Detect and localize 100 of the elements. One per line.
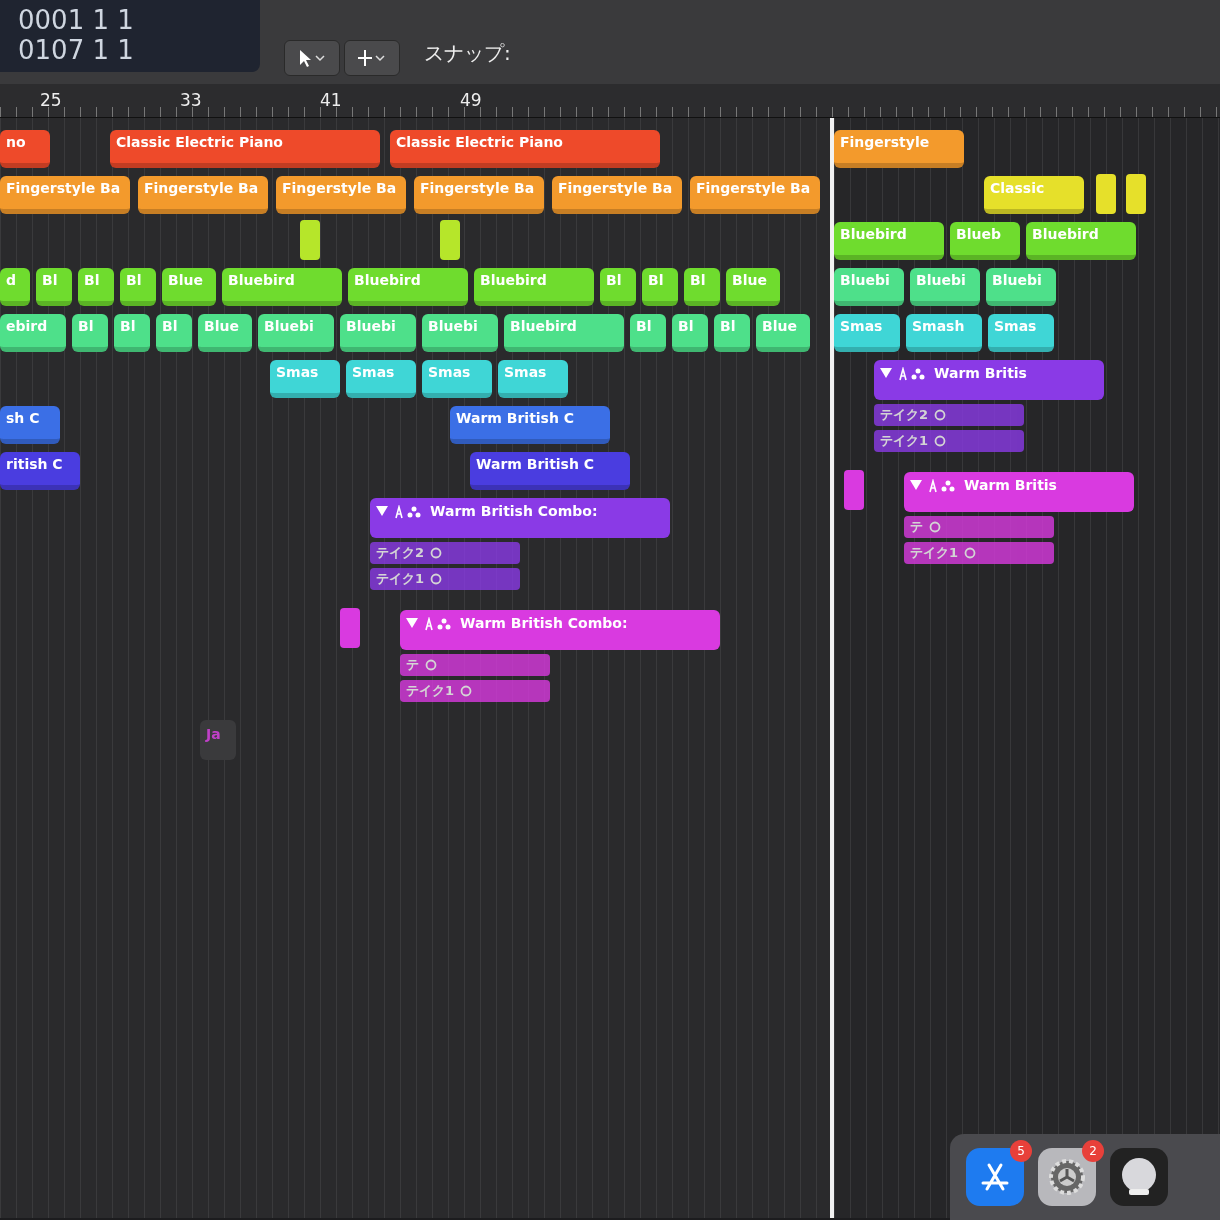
take-folder-name: Warm British Combo: (430, 502, 598, 521)
region-marker[interactable] (300, 220, 320, 260)
track-region[interactable]: Smas (270, 360, 340, 398)
track-region[interactable]: Smas (346, 360, 416, 398)
region-marker[interactable] (1096, 174, 1116, 214)
track-region[interactable]: Bl (600, 268, 636, 306)
take-name: テ (910, 518, 923, 537)
take-row[interactable]: テイク1 (874, 430, 1024, 452)
track-region[interactable]: Bl (156, 314, 192, 352)
track-region[interactable]: Bl (642, 268, 678, 306)
track-region[interactable]: Blue (198, 314, 252, 352)
track-region[interactable]: Blue (162, 268, 216, 306)
track-region[interactable]: Fingerstyle Ba (276, 176, 406, 214)
lcd-readout: 0107 1 1 (18, 35, 134, 66)
track-region[interactable]: Bluebi (422, 314, 498, 352)
region-marker[interactable] (1126, 174, 1146, 214)
track-region[interactable]: Bluebird (1026, 222, 1136, 260)
track-region[interactable]: Smas (498, 360, 568, 398)
track-region[interactable]: Bluebi (910, 268, 980, 306)
take-row[interactable]: テ (400, 654, 550, 676)
notification-badge: 2 (1082, 1140, 1104, 1162)
take-name: テイク1 (880, 432, 929, 451)
take-folder-name: Warm Britis (934, 364, 1027, 383)
track-region[interactable]: sh C (0, 406, 60, 444)
track-region[interactable]: Smas (834, 314, 900, 352)
take-folder-name: Warm Britis (964, 476, 1057, 495)
crosshair-tool-button[interactable] (344, 40, 400, 76)
track-region[interactable]: Bluebird (474, 268, 594, 306)
track-region[interactable]: ebird (0, 314, 66, 352)
circle-icon (430, 547, 443, 559)
take-name: テイク1 (376, 570, 425, 589)
take-name: テイク2 (376, 544, 425, 563)
track-region[interactable]: Bl (72, 314, 108, 352)
track-region[interactable]: Fingerstyle Ba (552, 176, 682, 214)
track-region[interactable]: Blue (726, 268, 780, 306)
track-region[interactable]: Bl (714, 314, 750, 352)
bar-number: 33 (180, 89, 202, 112)
region-marker[interactable] (440, 220, 460, 260)
circle-icon (929, 521, 941, 533)
track-region[interactable]: Bluebi (258, 314, 334, 352)
notification-badge: 5 (1010, 1140, 1032, 1162)
take-row[interactable]: テイク2 (370, 542, 520, 564)
track-region[interactable]: Bl (684, 268, 720, 306)
circle-icon (425, 659, 437, 671)
track-region[interactable]: Smas (422, 360, 492, 398)
track-region[interactable]: Bl (120, 268, 156, 306)
track-region[interactable]: Fingerstyle Ba (690, 176, 820, 214)
circle-icon (934, 435, 947, 447)
pointer-icon (297, 48, 327, 68)
track-region[interactable]: Bl (630, 314, 666, 352)
track-region[interactable]: Bluebird (348, 268, 468, 306)
circle-icon (964, 547, 977, 559)
crosshair-icon (357, 48, 387, 68)
track-region[interactable]: Bluebi (340, 314, 416, 352)
snap-label: スナップ: (424, 40, 511, 67)
lcd-readout: 0001 1 1 (18, 6, 134, 36)
track-region[interactable]: ritish C (0, 452, 80, 490)
track-region[interactable]: Bluebird (222, 268, 342, 306)
track-region[interactable]: Blue (756, 314, 810, 352)
settings-icon[interactable] (1038, 1148, 1096, 1206)
track-region[interactable]: Fingerstyle Ba (0, 176, 130, 214)
track-region[interactable]: Fingerstyle Ba (138, 176, 268, 214)
take-folder-header[interactable]: Warm Britis (904, 472, 1134, 512)
track-region[interactable]: Smas (988, 314, 1054, 352)
app-store-icon[interactable] (966, 1148, 1024, 1206)
bar-number: 41 (320, 89, 342, 112)
take-name: テイク2 (880, 406, 929, 425)
track-region[interactable]: Bluebi (834, 268, 904, 306)
track-region[interactable]: no (0, 130, 50, 168)
track-region[interactable]: Bluebird (834, 222, 944, 260)
take-row[interactable]: テ (904, 516, 1054, 538)
track-region[interactable]: Blueb (950, 222, 1020, 260)
take-folder-header[interactable]: Warm British Combo: (370, 498, 670, 538)
track-region[interactable]: Bl (36, 268, 72, 306)
take-row[interactable]: テイク1 (370, 568, 520, 590)
circle-icon (430, 573, 443, 585)
track-region[interactable]: Bluebi (986, 268, 1056, 306)
track-region[interactable]: Bl (672, 314, 708, 352)
take-folder-header[interactable]: Warm Britis (874, 360, 1104, 400)
track-region[interactable]: Fingerstyle Ba (414, 176, 544, 214)
track-region[interactable]: Ja (200, 720, 236, 760)
track-region[interactable]: Warm British C (470, 452, 630, 490)
take-row[interactable]: テイク1 (400, 680, 550, 702)
region-marker[interactable] (844, 470, 864, 510)
track-region[interactable]: Warm British C (450, 406, 610, 444)
track-region[interactable]: Classic Electric Piano (390, 130, 660, 168)
take-row[interactable]: テイク1 (904, 542, 1054, 564)
track-region[interactable]: Smash (906, 314, 982, 352)
track-region[interactable]: Bl (114, 314, 150, 352)
bar-number: 49 (460, 89, 482, 112)
track-region[interactable]: Bluebird (504, 314, 624, 352)
track-region[interactable]: Bl (78, 268, 114, 306)
track-region[interactable]: Classic (984, 176, 1084, 214)
pointer-tool-button[interactable] (284, 40, 340, 76)
region-marker[interactable] (340, 608, 360, 648)
track-region[interactable]: d (0, 268, 30, 306)
track-region[interactable]: Fingerstyle (834, 130, 964, 168)
track-region[interactable]: Classic Electric Piano (110, 130, 380, 168)
take-folder-header[interactable]: Warm British Combo: (400, 610, 720, 650)
take-row[interactable]: テイク2 (874, 404, 1024, 426)
